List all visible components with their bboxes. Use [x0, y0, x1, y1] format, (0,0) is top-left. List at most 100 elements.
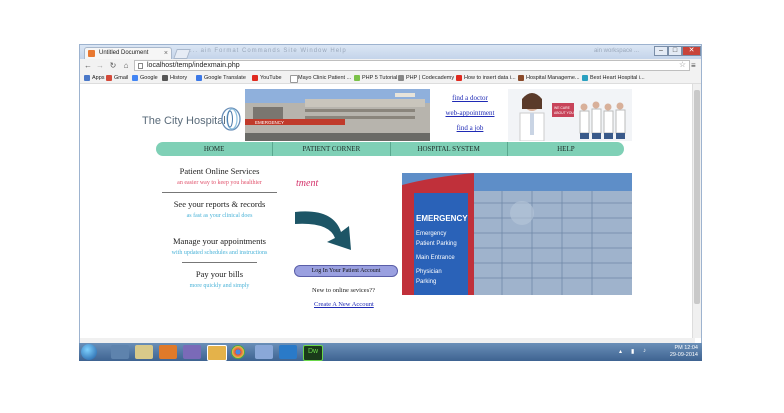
bookmark-item[interactable]: Gmail	[106, 74, 128, 82]
sign-line: Emergency	[416, 231, 446, 237]
explorer-taskbar-icon[interactable]	[135, 345, 153, 359]
bookmark-item[interactable]: Mayo Clinic Patient ...	[290, 74, 352, 83]
url-text: localhost/temp/indexmain.php	[147, 62, 240, 69]
service-subtitle: with updated schedules and instructions	[171, 250, 268, 256]
new-to-online-text: New to online sevices??	[312, 287, 375, 294]
bookmark-favicon-icon	[518, 75, 524, 81]
bookmark-label: PHP 5 Tutorial	[362, 75, 398, 81]
login-patient-account-button[interactable]: Log In Your Patient Account	[294, 265, 398, 277]
svg-text:ABOUT YOU: ABOUT YOU	[554, 111, 574, 115]
divider	[182, 262, 257, 263]
bookmark-item[interactable]: Google Translate	[196, 74, 246, 82]
back-arrow-icon[interactable]: ←	[83, 60, 93, 71]
nav-patient-corner[interactable]: PATIENT CORNER	[273, 142, 391, 156]
browser-window: Untitled Document × ... ain Format Comma…	[79, 44, 702, 361]
close-button[interactable]: ✕	[682, 46, 701, 56]
bookmark-label: PHP | Codecademy	[406, 75, 455, 81]
bookmark-label: Gmail	[114, 75, 129, 81]
tray-network-icon[interactable]: ▮	[631, 348, 634, 355]
nav-hospital-system[interactable]: HOSPITAL SYSTEM	[391, 142, 508, 156]
service-subtitle: more quickly and simply	[189, 283, 250, 289]
hospital-logo-text[interactable]: The City Hospital	[142, 115, 226, 127]
home-icon[interactable]: ⌂	[121, 60, 131, 71]
tab-title: Untitled Document	[99, 50, 149, 56]
doctors-team-photo: WE CARE ABOUT YOU	[508, 89, 632, 141]
svg-text:EMERGENCY: EMERGENCY	[255, 120, 284, 125]
bookmark-favicon-icon	[456, 75, 462, 81]
divider	[162, 192, 277, 193]
scrolling-marquee-text: tment	[296, 178, 319, 189]
sign-line: Main Entrance	[416, 255, 455, 261]
address-bar[interactable]: localhost/temp/indexmain.php ☆	[134, 60, 690, 71]
create-account-link[interactable]: Create A New Account	[314, 301, 374, 308]
logo-swirl-icon	[221, 107, 241, 131]
curved-arrow-icon	[295, 211, 351, 250]
bookmark-favicon-icon	[290, 75, 298, 83]
bookmark-favicon-icon	[84, 75, 90, 81]
tray-volume-icon[interactable]: ♪	[643, 348, 646, 354]
word-taskbar-icon[interactable]	[279, 345, 297, 359]
bookmark-label: How to insert data i...	[464, 75, 516, 81]
service-title: Pay your bills	[195, 269, 244, 279]
tray-flag-icon[interactable]: ▴	[619, 348, 622, 355]
tab-untitled-document[interactable]: Untitled Document ×	[84, 47, 172, 59]
service-title: Manage your appointments	[172, 236, 266, 246]
ie-taskbar-icon[interactable]	[111, 345, 129, 359]
sign-line: Parking	[416, 279, 436, 285]
folder-taskbar-icon[interactable]	[207, 345, 227, 361]
bookmark-label: Google Translate	[204, 75, 246, 81]
scrollbar-thumb[interactable]	[694, 90, 700, 304]
sign-emergency: EMERGENCY	[416, 214, 468, 223]
bookmark-label: Apps	[92, 75, 105, 81]
bookmark-favicon-icon	[582, 75, 588, 81]
bookmark-favicon-icon	[196, 75, 202, 81]
service-subtitle: an easier way to keep you healthier	[177, 180, 262, 186]
tab-close-icon[interactable]: ×	[164, 48, 168, 59]
hospital-building-photo: EMERGENCY	[245, 89, 430, 141]
bookmark-star-icon[interactable]: ☆	[679, 60, 686, 70]
bookmark-favicon-icon	[252, 75, 258, 81]
bookmark-item[interactable]: YouTube	[252, 74, 282, 82]
find-a-job-link[interactable]: find a job	[435, 124, 505, 132]
system-clock[interactable]: PM 12:04 29-09-2014	[670, 345, 698, 359]
start-button[interactable]	[81, 344, 97, 360]
bookmarks-bar: Apps Gmail Google History Google Translate Yo…	[80, 73, 701, 84]
chrome-taskbar-icon[interactable]	[231, 345, 245, 359]
minimize-button[interactable]: –	[654, 46, 668, 56]
bookmark-item[interactable]: Hospital Manageme...	[518, 74, 580, 82]
web-page: The City Hospital EMERGENCY find a docto…	[80, 84, 695, 338]
remote-taskbar-icon[interactable]	[255, 345, 273, 359]
find-a-doctor-link[interactable]: find a doctor	[435, 94, 505, 102]
bookmark-label: YouTube	[260, 75, 282, 81]
nav-home[interactable]: HOME	[156, 142, 274, 156]
bookmark-favicon-icon	[354, 75, 360, 81]
bookmark-item[interactable]: PHP | Codecademy	[398, 74, 454, 82]
bookmark-item[interactable]: Google	[132, 74, 158, 82]
sign-line: Physician	[416, 269, 442, 275]
background-app-workspace: ain workspace ...	[593, 48, 639, 54]
app-taskbar-icon[interactable]	[183, 345, 201, 359]
bookmark-favicon-icon	[106, 75, 112, 81]
clock-time: PM 12:04	[674, 345, 698, 351]
media-player-taskbar-icon[interactable]	[159, 345, 177, 359]
new-tab-button[interactable]	[173, 49, 191, 59]
service-subtitle: as fast as your clinical does	[186, 213, 253, 219]
chrome-menu-icon[interactable]: ≡	[691, 61, 698, 70]
bookmark-item[interactable]: PHP 5 Tutorial	[354, 74, 397, 82]
bookmark-item[interactable]: Apps	[84, 74, 105, 82]
clock-date: 29-09-2014	[669, 352, 698, 358]
vertical-scrollbar[interactable]	[692, 84, 701, 338]
bookmark-item[interactable]: How to insert data i...	[456, 74, 516, 82]
bookmark-item[interactable]: Best Heart Hospital i...	[582, 74, 645, 82]
maximize-button[interactable]: □	[668, 46, 682, 56]
bookmark-label: Hospital Manageme...	[526, 75, 580, 81]
nav-help[interactable]: HELP	[508, 142, 624, 156]
emergency-entrance-photo: EMERGENCY Emergency Patient Parking Main…	[402, 173, 632, 295]
forward-arrow-icon[interactable]: →	[95, 60, 105, 71]
reload-icon[interactable]: ↻	[108, 60, 118, 71]
bookmark-favicon-icon	[132, 75, 138, 81]
bookmark-item[interactable]: History	[162, 74, 187, 82]
bookmark-label: Mayo Clinic Patient ...	[298, 75, 352, 81]
web-appointment-link[interactable]: web-appointment	[435, 109, 505, 117]
dreamweaver-taskbar-icon[interactable]: Dw	[303, 345, 323, 361]
